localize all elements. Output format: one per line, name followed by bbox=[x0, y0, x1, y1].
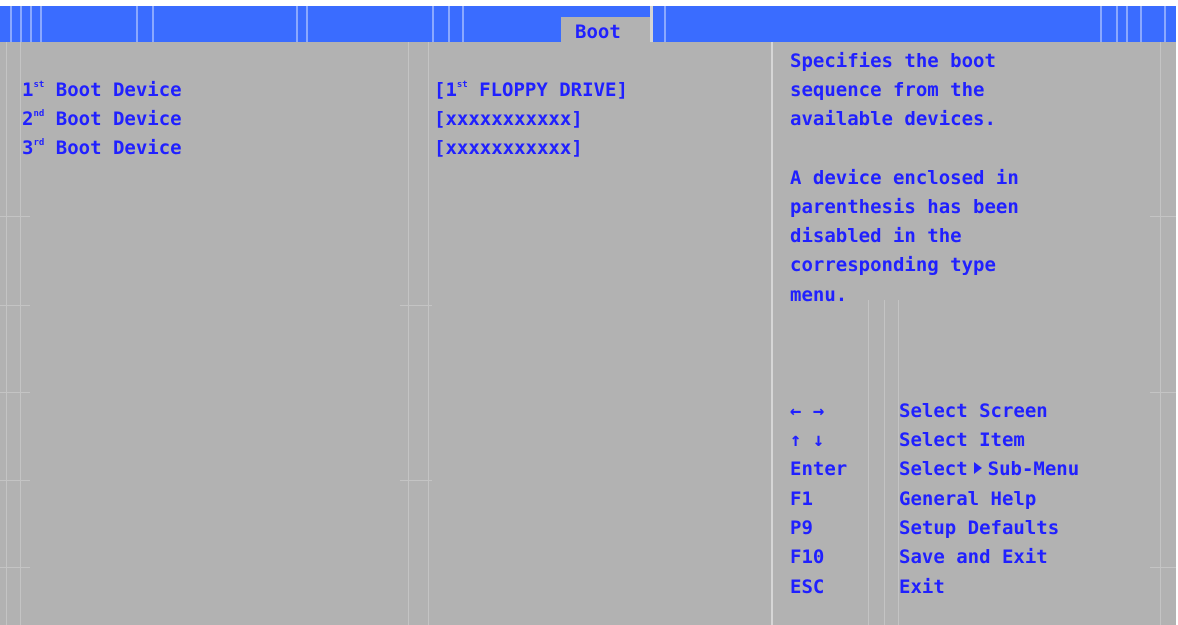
key-desc: Select Sub-Menu bbox=[899, 455, 1079, 484]
grid-line bbox=[1150, 567, 1176, 568]
help-line: sequence from the bbox=[790, 79, 985, 101]
help-line: available devices. bbox=[790, 108, 996, 130]
key-desc: Select Item bbox=[899, 429, 1025, 451]
help-line: disabled in the bbox=[790, 225, 962, 247]
grid-line bbox=[0, 480, 30, 481]
menu-bar-separator bbox=[1116, 6, 1118, 42]
menu-bar-separator bbox=[432, 6, 434, 42]
setting-label: Boot Device bbox=[55, 108, 182, 130]
grid-line bbox=[0, 392, 30, 393]
help-line: A device enclosed in bbox=[790, 167, 1019, 189]
key-enter: Enter bbox=[790, 458, 848, 480]
tab-boot[interactable]: Boot bbox=[561, 17, 653, 43]
triangle-right-icon bbox=[973, 462, 982, 474]
value-suffix: st bbox=[456, 80, 468, 90]
grid-line bbox=[0, 305, 30, 306]
key-desc-after: Sub-Menu bbox=[987, 458, 1080, 480]
grid-line bbox=[6, 42, 7, 625]
ordinal: 1 bbox=[22, 79, 34, 101]
key-desc: Setup Defaults bbox=[899, 517, 1060, 539]
menu-bar-separator bbox=[40, 6, 42, 42]
help-line: parenthesis has been bbox=[790, 196, 1019, 218]
grid-line bbox=[408, 42, 409, 625]
ordinal-suffix: nd bbox=[33, 109, 45, 119]
menu-bar-separator bbox=[1140, 6, 1142, 42]
ordinal-suffix: st bbox=[33, 80, 45, 90]
grid-line bbox=[0, 567, 30, 568]
key-desc: General Help bbox=[899, 488, 1037, 510]
value-prefix: [xxxxxxxxxxx] bbox=[434, 108, 583, 130]
menu-bar-separator bbox=[1164, 6, 1166, 42]
setting-label: Boot Device bbox=[55, 79, 182, 101]
ordinal: 2 bbox=[22, 108, 34, 130]
help-line: menu. bbox=[790, 284, 848, 306]
menu-bar-separator bbox=[306, 6, 308, 42]
value-rest: FLOPPY DRIVE] bbox=[467, 79, 628, 101]
menu-bar-separator bbox=[296, 6, 298, 42]
boot-device-3-label[interactable]: 3rd Boot Device bbox=[22, 134, 182, 167]
grid-line bbox=[1160, 42, 1161, 625]
menu-bar-separator bbox=[10, 6, 12, 42]
key-desc: Save and Exit bbox=[899, 546, 1048, 568]
bios-screen: Boot 1st Boot Device [1st FLOPPY DRIVE] … bbox=[0, 0, 1178, 625]
grid-line bbox=[1150, 392, 1176, 393]
ordinal-suffix: rd bbox=[33, 138, 45, 148]
grid-line bbox=[1150, 216, 1176, 217]
menu-bar-separator bbox=[1100, 6, 1102, 42]
grid-line bbox=[400, 480, 432, 481]
key-desc: Exit bbox=[899, 576, 945, 598]
key-p9: P9 bbox=[790, 517, 813, 539]
key-desc: Select Screen bbox=[899, 400, 1048, 422]
grid-line bbox=[0, 216, 30, 217]
value-prefix: [xxxxxxxxxxx] bbox=[434, 137, 583, 159]
menu-bar-separator bbox=[462, 6, 464, 42]
setting-label: Boot Device bbox=[55, 137, 182, 159]
menu-bar-separator bbox=[136, 6, 138, 42]
key-f10: F10 bbox=[790, 546, 825, 568]
grid-line bbox=[400, 305, 432, 306]
tab-boot-edge bbox=[650, 6, 653, 42]
menu-bar-separator bbox=[664, 6, 666, 42]
key-esc: ESC bbox=[790, 576, 825, 598]
menu-bar-separator bbox=[30, 6, 32, 42]
grid-line bbox=[428, 42, 429, 625]
grid-line bbox=[884, 300, 885, 625]
menu-bar-separator bbox=[20, 6, 22, 42]
key-arrows-lr: ← → bbox=[790, 400, 825, 422]
menu-bar-separator bbox=[152, 6, 154, 42]
value-prefix: [1 bbox=[434, 79, 457, 101]
key-desc-before: Select bbox=[899, 458, 968, 480]
grid-line bbox=[868, 300, 869, 625]
ordinal: 3 bbox=[22, 137, 34, 159]
help-line: corresponding type bbox=[790, 254, 996, 276]
boot-device-3-value[interactable]: [xxxxxxxxxxx] bbox=[434, 134, 583, 163]
boot-device-2-value[interactable]: [xxxxxxxxxxx] bbox=[434, 105, 583, 134]
menu-bar-separator bbox=[448, 6, 450, 42]
help-line: Specifies the boot bbox=[790, 50, 996, 72]
menu-bar-separator bbox=[1126, 6, 1128, 42]
panel-divider bbox=[771, 42, 773, 625]
key-f1: F1 bbox=[790, 488, 813, 510]
grid-line bbox=[20, 42, 21, 625]
key-arrows-ud: ↑ ↓ bbox=[790, 429, 825, 451]
